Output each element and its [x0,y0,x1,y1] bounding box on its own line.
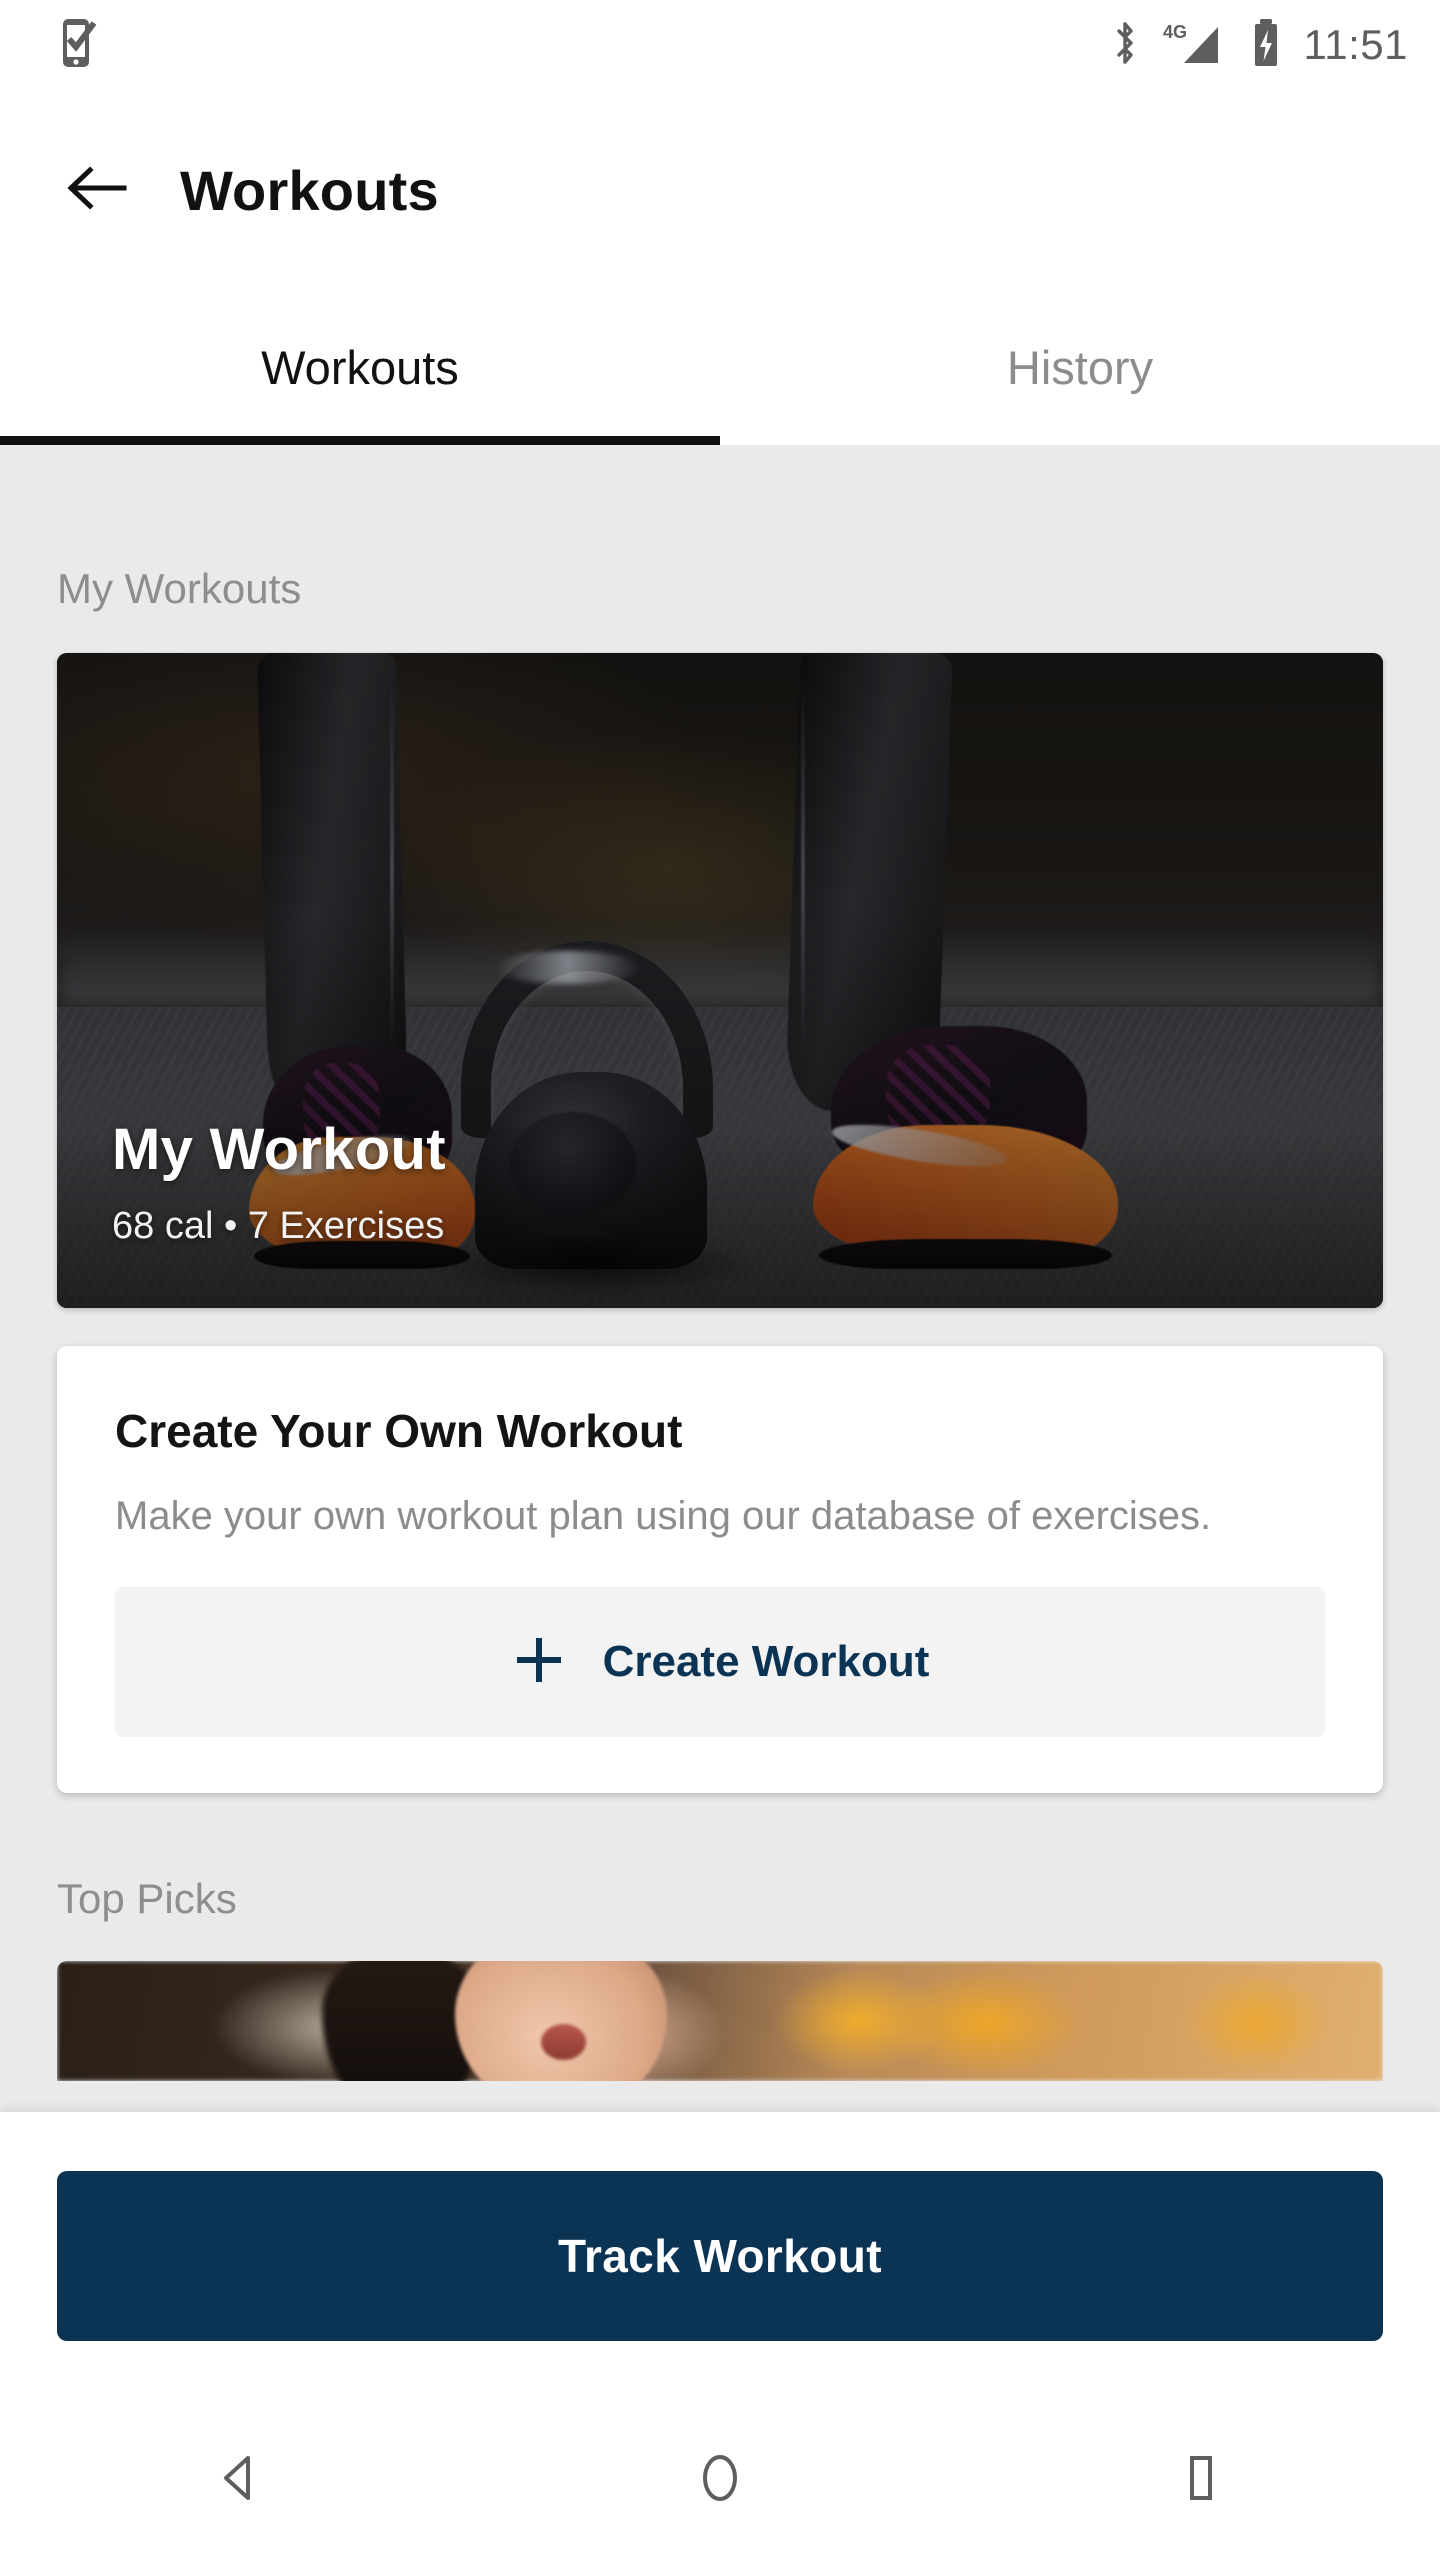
tab-workouts[interactable]: Workouts [0,290,720,445]
nav-recents-button[interactable] [960,2400,1440,2560]
tab-bar: Workouts History [0,290,1440,445]
section-header-top-picks: Top Picks [57,1875,237,1923]
nav-back-button[interactable] [0,2400,480,2560]
my-workout-text: My Workout 68 cal • 7 Exercises [112,1116,446,1248]
status-bar-clock: 11:51 [1303,21,1408,68]
my-workout-card[interactable]: My Workout 68 cal • 7 Exercises [57,653,1383,1308]
my-workout-title: My Workout [112,1117,446,1182]
android-nav-bar [0,2400,1440,2560]
app-bar: Workouts [0,90,1440,290]
nav-home-button[interactable] [480,2400,960,2560]
bottom-action-bar: Track Workout [0,2112,1440,2400]
create-workout-card: Create Your Own Workout Make your own wo… [57,1346,1383,1794]
top-pick-photo-lip [540,2023,587,2060]
nav-recents-icon [1176,2452,1224,2509]
create-workout-title: Create Your Own Workout [115,1405,683,1457]
battery-charging-icon [1250,18,1282,73]
status-bar-right: 4G 11:51 [1110,18,1409,73]
phone-screen: 4G 11:51 Workouts Workouts History My Wo… [0,0,1440,2560]
signal-4g-icon: 4G [1162,19,1228,72]
my-workout-subtitle: 68 cal • 7 Exercises [112,1205,445,1247]
create-workout-button-label: Create Workout [602,1637,930,1687]
back-button[interactable] [42,135,152,245]
back-arrow-icon [66,163,128,218]
scroll-content[interactable]: My Workouts My Workout 68 cal • 7 Exerci… [0,445,1440,2112]
nav-home-icon [694,2452,746,2509]
section-header-my-workouts: My Workouts [57,565,302,612]
status-bar: 4G 11:51 [0,0,1440,90]
track-workout-button-label: Track Workout [558,2230,882,2282]
top-pick-photo [57,1961,1383,2082]
svg-text:4G: 4G [1163,22,1187,42]
plus-icon [511,1632,567,1693]
status-bar-left [60,17,100,74]
tab-active-indicator [0,436,720,445]
create-workout-button[interactable]: Create Workout [115,1587,1325,1738]
nav-back-icon [216,2452,264,2509]
top-pick-card[interactable] [57,1961,1383,2082]
phone-check-icon [60,17,100,74]
tab-workouts-label: Workouts [261,341,459,394]
create-workout-description: Make your own workout plan using our dat… [115,1494,1212,1538]
bluetooth-icon [1110,20,1140,71]
top-pick-photo-face [454,1961,667,2082]
tab-history-label: History [1006,341,1154,394]
page-title: Workouts [180,158,439,222]
tab-history[interactable]: History [720,290,1440,445]
track-workout-button[interactable]: Track Workout [57,2171,1383,2341]
